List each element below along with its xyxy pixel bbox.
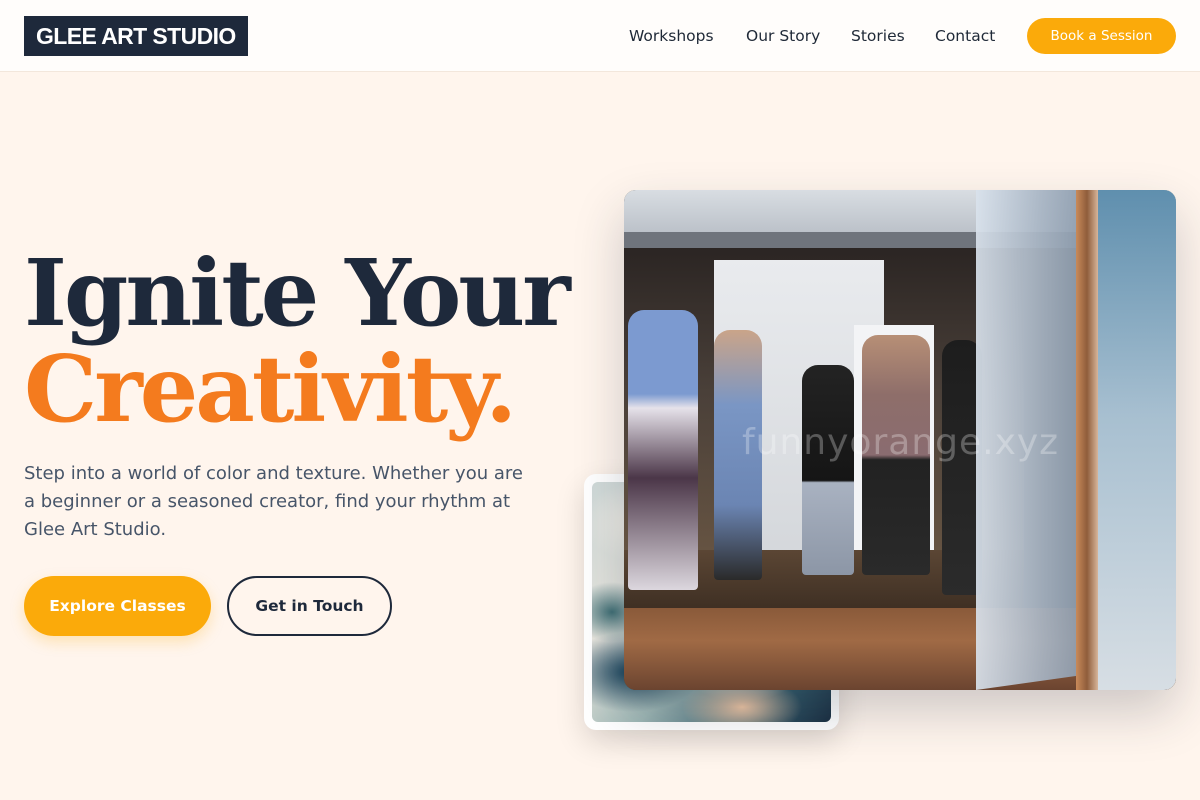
photo-watermark: funnyorange.xyz: [742, 422, 1060, 463]
nav-link-contact[interactable]: Contact: [935, 0, 995, 72]
photo-door-frame: [1076, 190, 1098, 690]
explore-classes-button[interactable]: Explore Classes: [24, 576, 211, 636]
site-header: GLEE ART STUDIO Workshops Our Story Stor…: [0, 0, 1200, 72]
nav-link-our-story[interactable]: Our Story: [746, 0, 820, 72]
headline-line-1: Ignite Your: [24, 239, 571, 347]
headline-line-2: Creativity.: [24, 335, 517, 443]
hero-headline: Ignite Your Creativity.: [24, 239, 571, 443]
photo-person: [628, 310, 698, 590]
nav-link-workshops[interactable]: Workshops: [629, 0, 714, 72]
photo-side-window: [1098, 190, 1176, 690]
logo[interactable]: GLEE ART STUDIO: [24, 16, 248, 56]
book-session-button[interactable]: Book a Session: [1027, 18, 1176, 54]
get-in-touch-button[interactable]: Get in Touch: [227, 576, 392, 636]
nav-link-stories[interactable]: Stories: [851, 0, 905, 72]
hero-description: Step into a world of color and texture. …: [24, 463, 523, 540]
gallery-photo: funnyorange.xyz: [624, 190, 1176, 690]
photo-person: [802, 365, 854, 575]
